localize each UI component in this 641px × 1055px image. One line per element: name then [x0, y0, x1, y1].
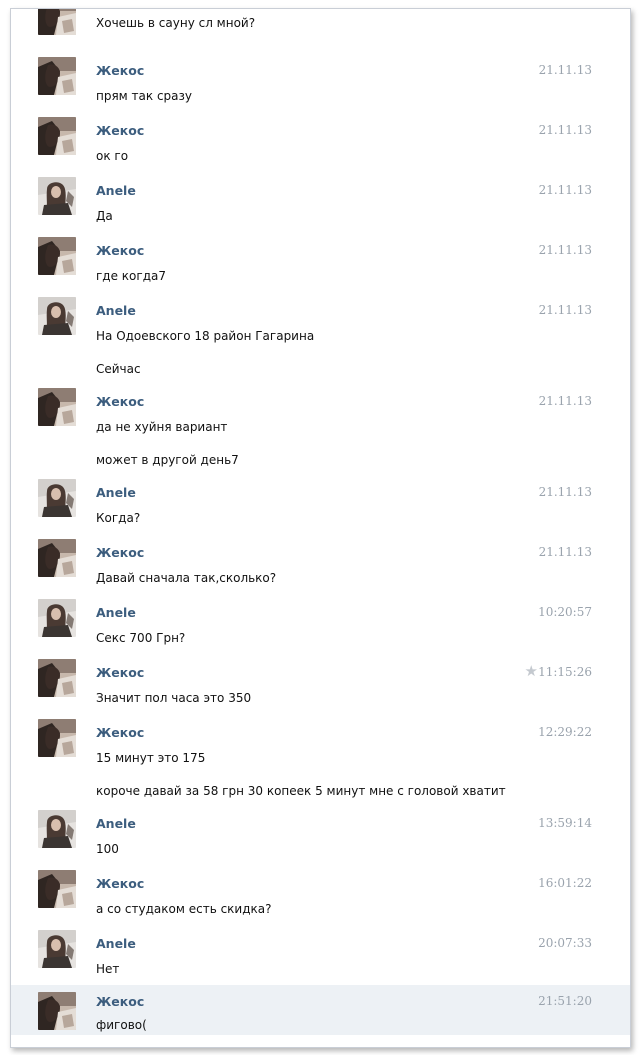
sender-name[interactable]: Жекос: [96, 876, 144, 891]
message-text: Да: [96, 209, 113, 223]
message-item[interactable]: Жекос 21.11.13 где когда7: [11, 237, 630, 287]
sender-name[interactable]: Жекос: [96, 725, 144, 740]
message-text: Значит пол часа это 350: [96, 691, 252, 705]
message-item[interactable]: Жекос 21.11.13 Давай сначала так,сколько?: [11, 539, 630, 589]
message-item[interactable]: Жекос 21.11.13 да не хуйня вариант может в …: [11, 388, 630, 471]
message-timestamp[interactable]: 21.11.13: [539, 303, 592, 317]
sender-name[interactable]: Жекос: [96, 545, 144, 560]
avatar[interactable]: [38, 539, 76, 577]
avatar[interactable]: [38, 992, 76, 1030]
message-timestamp[interactable]: 16:01:22: [538, 876, 592, 890]
message-text: Секс 700 Грн?: [96, 631, 186, 645]
avatar[interactable]: [38, 117, 76, 155]
message-item[interactable]: Anele 10:20:57 Секс 700 Грн?: [11, 599, 630, 649]
message-item[interactable]: Anele 21.11.13 Да: [11, 177, 630, 227]
message-text: На Одоевского 18 район Гагарина: [96, 329, 315, 343]
message-text: 15 минут это 175: [96, 751, 206, 765]
message-item[interactable]: Anele 20:07:33 Нет: [11, 930, 630, 980]
sender-name[interactable]: Жекос: [96, 394, 144, 409]
message-text: может в другой день7: [96, 453, 239, 467]
sender-name[interactable]: Жекос: [96, 994, 144, 1009]
star-icon[interactable]: ★: [525, 662, 538, 680]
message-timestamp[interactable]: 21.11.13: [539, 63, 592, 77]
sender-name[interactable]: Anele: [96, 816, 136, 831]
message-text: Нет: [96, 962, 120, 976]
avatar[interactable]: [38, 237, 76, 275]
message-timestamp[interactable]: 20:07:33: [538, 936, 592, 950]
avatar[interactable]: [38, 930, 76, 968]
message-timestamp[interactable]: 21.11.13: [539, 394, 592, 408]
message-item[interactable]: Жекос 11:15:26 ★ Значит пол часа это 350: [11, 659, 630, 709]
message-timestamp[interactable]: 12:29:22: [538, 725, 592, 739]
message-timestamp[interactable]: 21:51:20: [538, 994, 592, 1008]
message-text: прям так сразу: [96, 89, 193, 103]
message-text: Сейчас: [96, 362, 141, 376]
message-item[interactable]: Жекос 21:51:20 фигово(: [11, 985, 630, 1035]
avatar[interactable]: [38, 57, 76, 95]
message-item[interactable]: Жекос 21.11.13 прям так сразу: [11, 57, 630, 107]
sender-name[interactable]: Anele: [96, 303, 136, 318]
sender-name[interactable]: Anele: [96, 183, 136, 198]
message-timestamp[interactable]: 21.11.13: [539, 243, 592, 257]
avatar[interactable]: [38, 719, 76, 757]
message-text: фигово(: [96, 1018, 147, 1032]
message-text: а со студаком есть скидка?: [96, 902, 272, 916]
message-item[interactable]: Хочешь в сауну сл мной?: [11, 9, 630, 35]
avatar[interactable]: [38, 479, 76, 517]
message-timestamp[interactable]: 11:15:26: [538, 665, 592, 679]
sender-name[interactable]: Жекос: [96, 63, 144, 78]
message-text: ок го: [96, 149, 129, 163]
avatar[interactable]: [38, 659, 76, 697]
message-timestamp[interactable]: 10:20:57: [538, 605, 592, 619]
message-item[interactable]: Жекос 16:01:22 а со студаком есть скидка?: [11, 870, 630, 920]
avatar[interactable]: [38, 810, 76, 848]
avatar[interactable]: [38, 9, 76, 35]
sender-name[interactable]: Anele: [96, 936, 136, 951]
message-item[interactable]: Жекос 12:29:22 15 минут это 175 короче дава…: [11, 719, 630, 802]
sender-name[interactable]: Anele: [96, 605, 136, 620]
message-timestamp[interactable]: 13:59:14: [538, 816, 592, 830]
sender-name[interactable]: Жекос: [96, 665, 144, 680]
message-timestamp[interactable]: 21.11.13: [539, 123, 592, 137]
message-text: Хочешь в сауну сл мной?: [96, 16, 256, 30]
sender-name[interactable]: Жекос: [96, 243, 144, 258]
avatar[interactable]: [38, 599, 76, 637]
sender-name[interactable]: Жекос: [96, 123, 144, 138]
sender-name[interactable]: Anele: [96, 485, 136, 500]
avatar[interactable]: [38, 177, 76, 215]
message-text: Давай сначала так,сколько?: [96, 571, 277, 585]
dialog-window: Хочешь в сауну сл мной? Жекос 21.11.13 прям…: [10, 8, 631, 1048]
message-timestamp[interactable]: 21.11.13: [539, 485, 592, 499]
message-text: короче давай за 58 грн 30 копеек 5 минут…: [96, 784, 506, 798]
avatar[interactable]: [38, 297, 76, 335]
message-text: 100: [96, 842, 119, 856]
message-item[interactable]: Жекос 21.11.13 ок го: [11, 117, 630, 167]
avatar[interactable]: [38, 870, 76, 908]
message-timestamp[interactable]: 21.11.13: [539, 545, 592, 559]
message-item[interactable]: Anele 21.11.13 На Одоевского 18 район Гага…: [11, 297, 630, 380]
message-text: да не хуйня вариант: [96, 420, 228, 434]
message-text: Когда?: [96, 511, 141, 525]
message-text: где когда7: [96, 269, 166, 283]
message-timestamp[interactable]: 21.11.13: [539, 183, 592, 197]
message-item[interactable]: Anele 13:59:14 100: [11, 810, 630, 860]
message-item[interactable]: Anele 21.11.13 Когда?: [11, 479, 630, 529]
avatar[interactable]: [38, 388, 76, 426]
